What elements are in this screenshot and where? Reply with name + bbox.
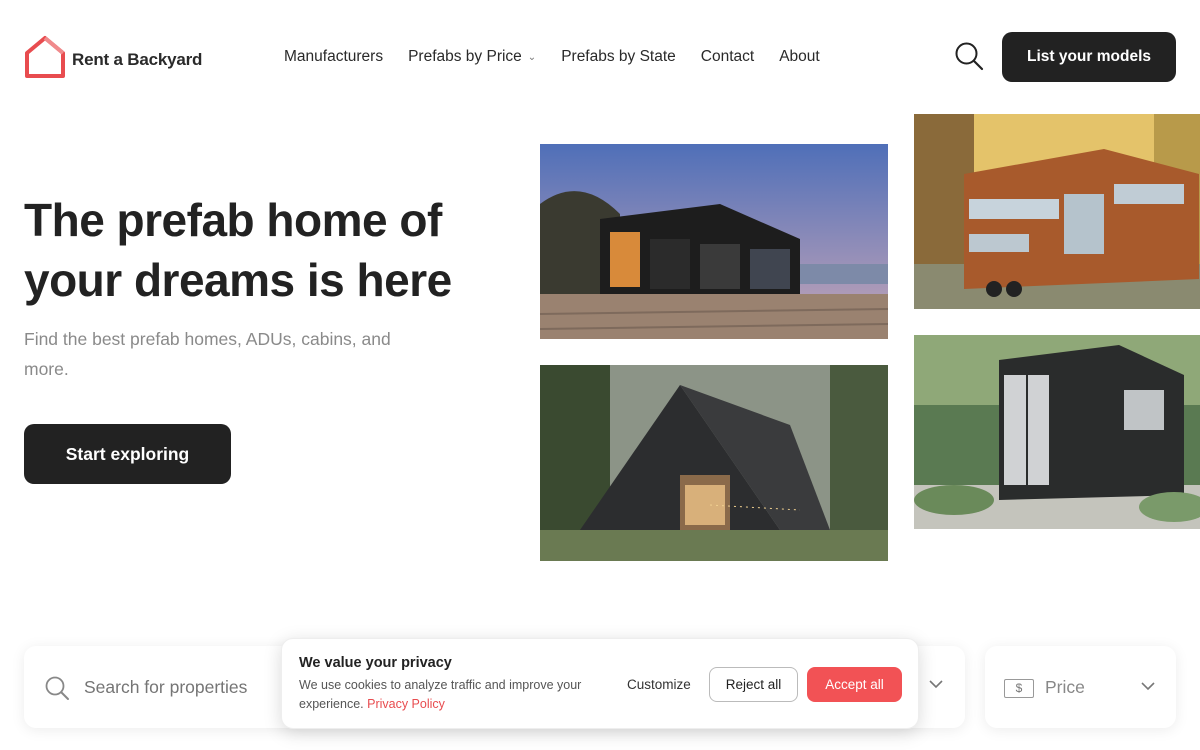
chevron-down-icon[interactable] — [928, 676, 944, 697]
search-icon[interactable] — [954, 41, 984, 71]
brand-logo[interactable]: Rent a Backyard — [24, 35, 202, 84]
price-filter-dropdown[interactable]: $ Price — [985, 646, 1176, 728]
nav-item-manufacturers[interactable]: Manufacturers — [284, 48, 383, 66]
accept-all-button[interactable]: Accept all — [807, 667, 902, 702]
start-exploring-button[interactable]: Start exploring — [24, 424, 231, 484]
house-logo-icon — [24, 35, 66, 84]
nav-item-prefabs-by-state[interactable]: Prefabs by State — [561, 48, 676, 66]
nav-label: Prefabs by State — [561, 48, 676, 65]
nav-label: Contact — [700, 48, 755, 65]
hero-title: The prefab home of your dreams is here — [24, 190, 504, 310]
container-home-photo — [914, 335, 1200, 529]
customize-button[interactable]: Customize — [627, 677, 691, 692]
main-nav: Manufacturers Prefabs by Price ⌄ Prefabs … — [284, 48, 820, 66]
cookie-title: We value your privacy — [299, 655, 452, 671]
privacy-policy-link[interactable]: Privacy Policy — [367, 697, 445, 711]
hero-subtitle: Find the best prefab homes, ADUs, cabins… — [24, 324, 444, 384]
hero-subtitle-line2: more. — [24, 359, 69, 379]
chevron-down-icon — [1140, 678, 1156, 699]
nav-label: Manufacturers — [284, 48, 384, 65]
hero-title-line2: your dreams is here — [24, 254, 452, 306]
nav-item-prefabs-by-price[interactable]: Prefabs by Price ⌄ — [408, 48, 536, 66]
chevron-down-icon: ⌄ — [527, 51, 537, 63]
nav-label: Prefabs by Price — [408, 48, 522, 65]
list-your-models-button[interactable]: List your models — [1002, 32, 1176, 82]
nav-label: About — [779, 48, 820, 65]
nav-item-contact[interactable]: Contact — [701, 48, 754, 66]
search-icon — [44, 675, 70, 706]
cookie-description: We use cookies to analyze traffic and im… — [299, 676, 599, 714]
a-frame-cabin-photo — [540, 365, 888, 561]
dollar-bill-icon: $ — [1004, 679, 1034, 698]
search-input[interactable] — [84, 673, 284, 701]
hero-title-line1: The prefab home of — [24, 194, 442, 246]
cookie-consent-banner: We value your privacy We use cookies to … — [281, 638, 919, 729]
modern-glass-house-photo — [540, 144, 888, 339]
nav-item-about[interactable]: About — [779, 48, 820, 66]
brand-name: Rent a Backyard — [72, 49, 203, 69]
hero-subtitle-line1: Find the best prefab homes, ADUs, cabins… — [24, 329, 391, 349]
reject-all-button[interactable]: Reject all — [709, 667, 798, 702]
tiny-house-on-wheels-photo — [914, 114, 1200, 309]
price-filter-label: Price — [1045, 677, 1085, 697]
